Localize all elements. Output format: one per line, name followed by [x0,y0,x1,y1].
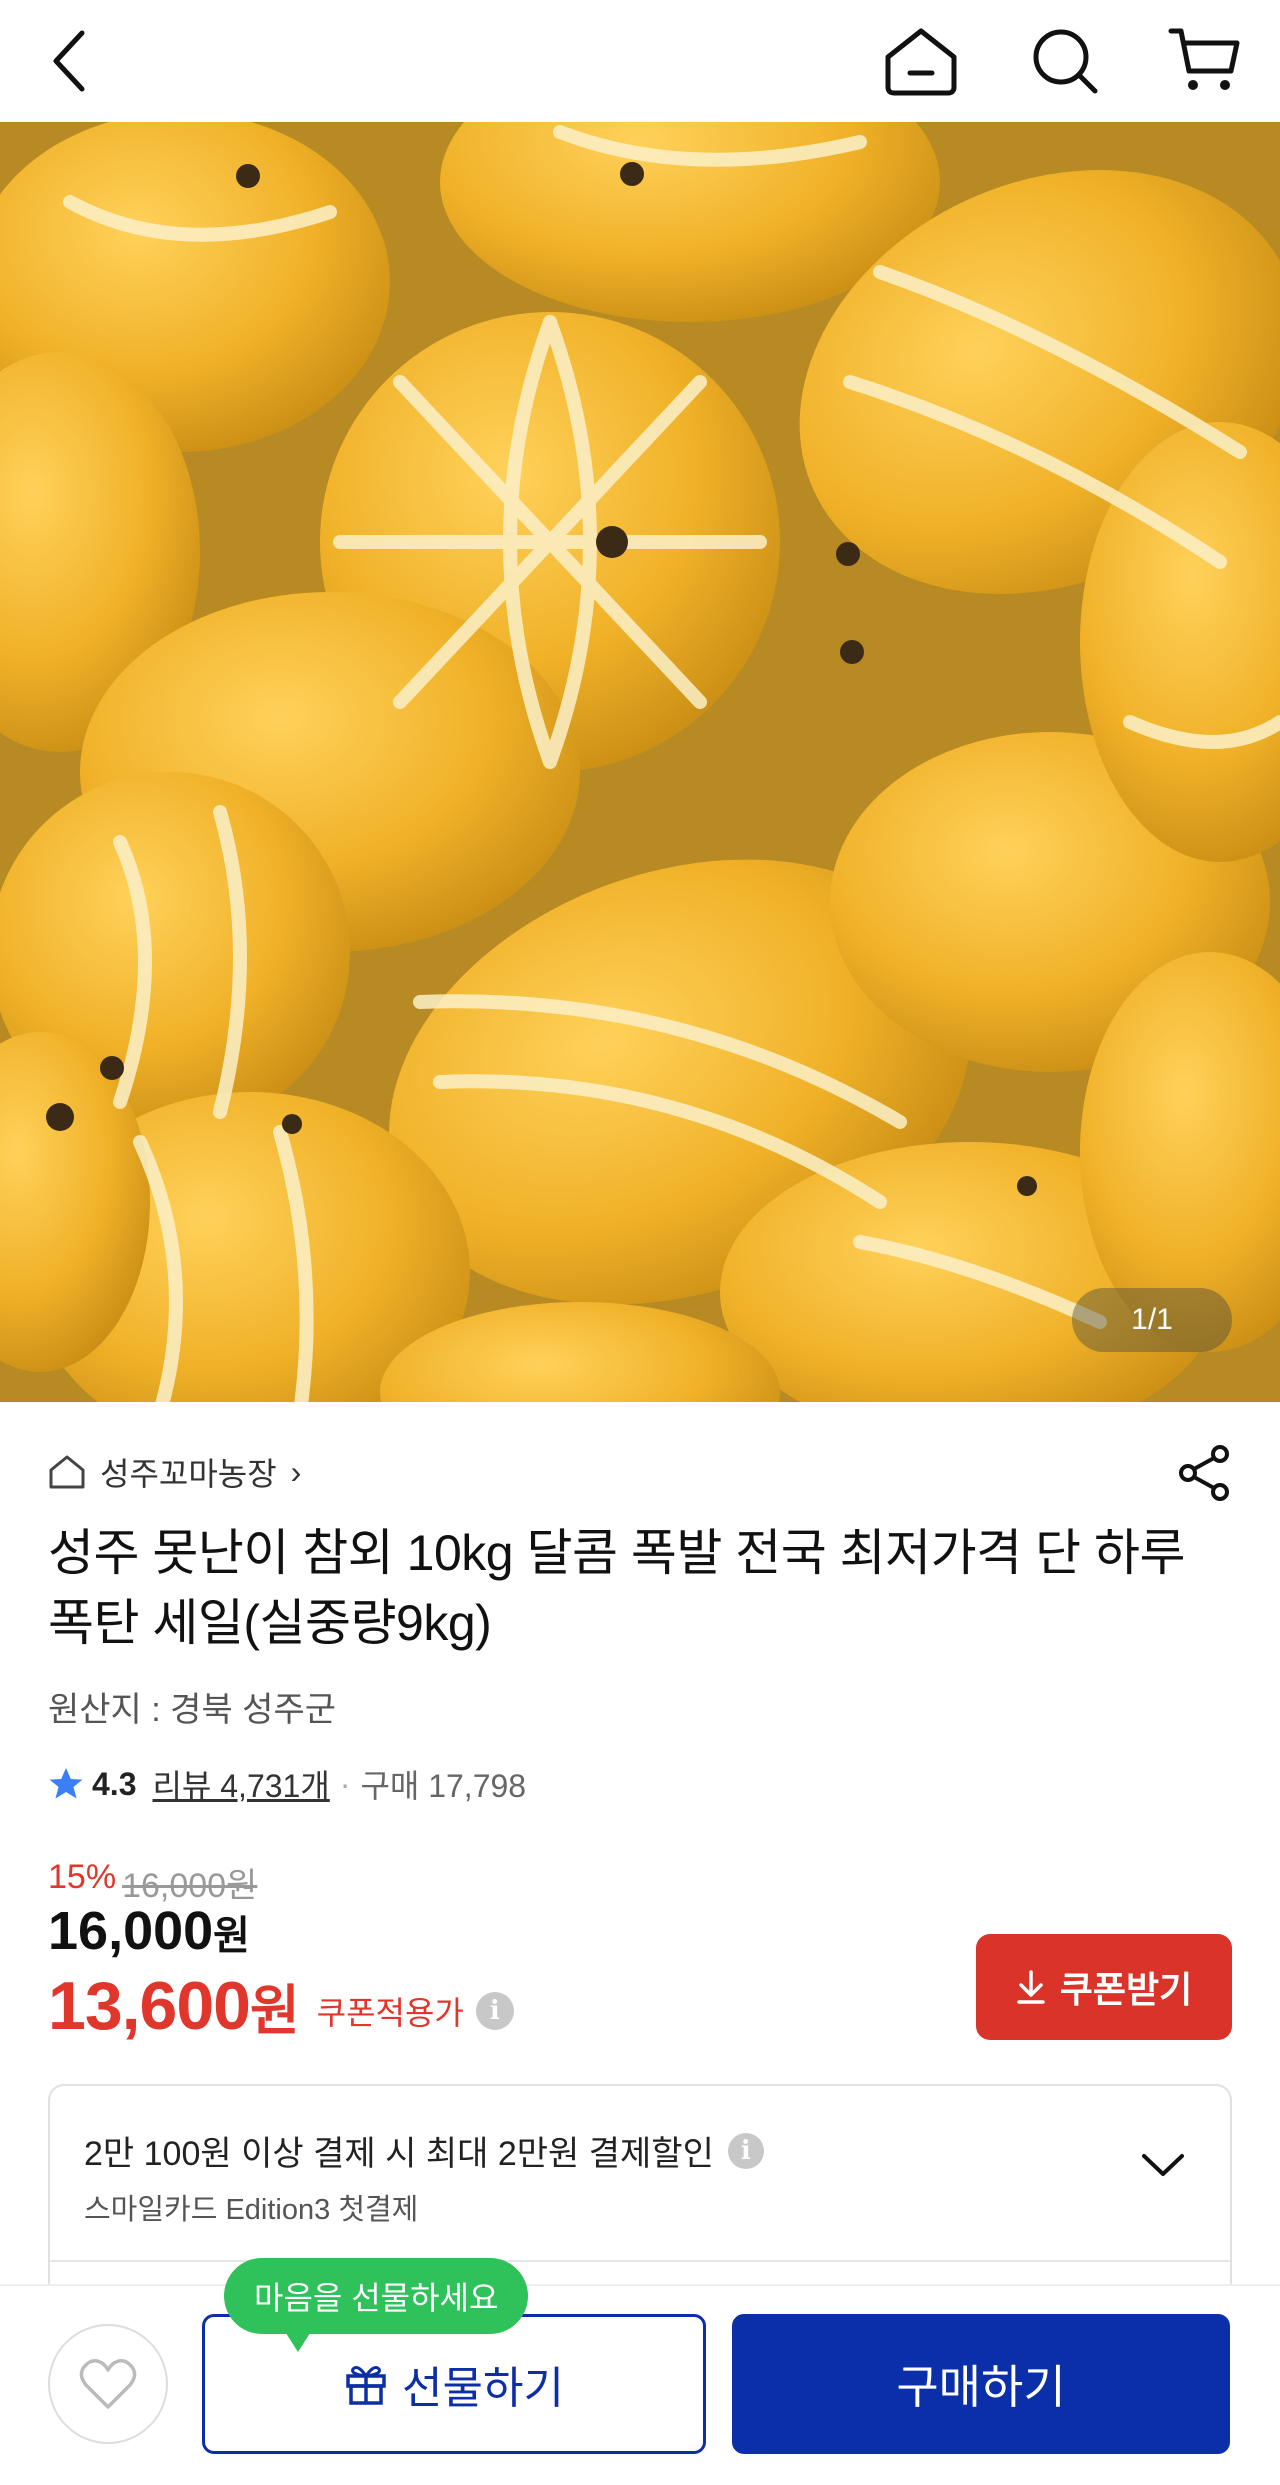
tooltip-tail [284,2330,312,2352]
product-title: 성주 못난이 참외 10kg 달콤 폭발 전국 최저가격 단 하루 폭탄 세일(… [48,1525,1185,1651]
rating-score: 4.3 [92,1765,137,1802]
buy-button-label: 구매하기 [896,2361,1066,2413]
chevron-left-icon [53,30,85,92]
sale-price-unit: 원 [213,1914,250,1958]
product-image[interactable]: 1/1 [0,122,1280,1402]
coupon-price-label: 쿠폰적용가 [316,1994,464,2031]
chevron-right-icon: › [290,1453,302,1490]
seller-link[interactable]: 성주꼬마농장 › [48,1442,301,1502]
cart-button[interactable] [1160,0,1250,122]
home-button[interactable] [876,0,966,122]
expand-button[interactable] [1140,2150,1186,2185]
get-coupon-label: 쿠폰받기 [1059,1969,1193,2010]
gift-button[interactable]: 선물하기 [202,2314,706,2454]
buy-button[interactable]: 구매하기 [732,2314,1230,2454]
melon-photo [0,122,1280,1402]
purchase-count: 구매 17,798 [360,1768,527,1804]
store-icon [49,1455,85,1489]
info-icon[interactable]: i [727,2132,764,2169]
info-icon[interactable]: i [475,1991,514,2030]
search-icon [1033,29,1098,94]
cart-icon [1168,28,1240,90]
bottom-action-bar: 선물하기 구매하기 [0,2284,1280,2485]
seller-name: 성주꼬마농장 [100,1456,277,1492]
share-icon [1179,1445,1229,1501]
wishlist-button[interactable] [48,2324,168,2444]
chevron-down-icon [1142,2154,1184,2176]
get-coupon-button[interactable]: 쿠폰받기 [976,1934,1232,2040]
coupon-price: 13,600원 [48,1966,300,2045]
divider [50,2260,1230,2262]
search-button[interactable] [1020,0,1110,122]
rating-row: 4.3 리뷰 4,731개 · 구매 17,798 [48,1756,526,1812]
gift-icon [346,2366,386,2405]
gift-tooltip-text: 마음을 선물하세요 [254,2280,499,2316]
image-counter: 1/1 [1072,1288,1232,1352]
coupon-price-row: 13,600원 쿠폰적용가 i [48,1966,514,2045]
back-button[interactable] [30,0,110,122]
heart-icon [79,2359,137,2409]
gift-tooltip: 마음을 선물하세요 [224,2258,529,2352]
coupon-price-number: 13,600 [48,1968,251,2044]
benefit-title-row: 2만 100원 이상 결제 시 최대 2만원 결제할인 i [84,2126,764,2175]
coupon-price-unit: 원 [249,1981,300,2041]
share-button[interactable] [1170,1440,1240,1506]
reviews-link[interactable]: 리뷰 4,731개 [152,1761,329,1807]
download-icon [1017,1970,1045,2004]
product-origin: 원산지 : 경북 성주군 [48,1691,337,1729]
gift-button-label: 선물하기 [402,2364,564,2413]
sale-price: 16,000원 [48,1900,250,1962]
home-icon [885,28,957,96]
payment-benefit-panel[interactable]: 2만 100원 이상 결제 시 최대 2만원 결제할인 i 스마일카드 Edit… [48,2084,1232,2284]
benefit-subtitle: 스마일카드 Edition3 첫결제 [84,2194,419,2226]
star-icon [49,1768,83,1799]
separator-dot: · [339,1765,351,1802]
sale-price-number: 16,000 [48,1901,214,1961]
top-nav-bar [0,0,1280,122]
benefit-title: 2만 100원 이상 결제 시 최대 2만원 결제할인 [84,2135,714,2173]
